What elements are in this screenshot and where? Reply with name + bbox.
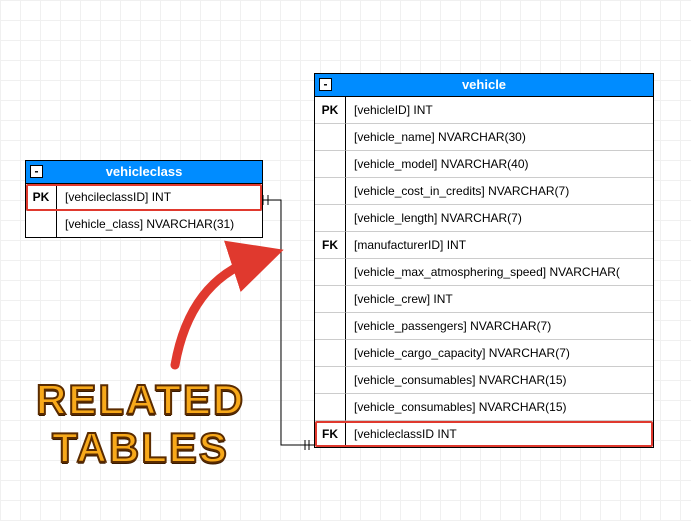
key-cell — [26, 211, 57, 237]
key-cell — [315, 259, 346, 286]
table-row[interactable]: [vehicle_consumables] NVARCHAR(15) — [315, 367, 653, 394]
table-row[interactable]: FK[manufacturerID] INT — [315, 232, 653, 259]
column-cell: [vehicle_consumables] NVARCHAR(15) — [346, 367, 653, 394]
column-cell: [vehicle_consumables] NVARCHAR(15) — [346, 394, 653, 421]
table-vehicle[interactable]: - vehicle PK[vehicleID] INT[vehicle_name… — [314, 73, 654, 448]
table-row[interactable]: [vehicle_passengers] NVARCHAR(7) — [315, 313, 653, 340]
column-cell: [vehicleclassID INT — [346, 421, 653, 447]
key-cell — [315, 124, 346, 151]
related-label-line2: Tables — [52, 426, 229, 470]
table-title: vehicleclass — [106, 164, 183, 179]
collapse-icon[interactable]: - — [30, 165, 43, 178]
table-vehicleclass[interactable]: - vehicleclass PK[vehcileclassID] INT[ve… — [25, 160, 263, 238]
key-cell — [315, 394, 346, 421]
table-row[interactable]: [vehicle_model] NVARCHAR(40) — [315, 151, 653, 178]
related-label-line1: Related — [36, 378, 245, 422]
collapse-icon[interactable]: - — [319, 78, 332, 91]
key-cell — [315, 340, 346, 367]
key-cell: FK — [315, 421, 346, 447]
column-cell: [vehicle_name] NVARCHAR(30) — [346, 124, 653, 151]
key-cell — [315, 286, 346, 313]
key-cell — [315, 151, 346, 178]
key-cell — [315, 367, 346, 394]
table-row[interactable]: PK[vehcileclassID] INT — [26, 184, 262, 211]
key-cell: FK — [315, 232, 346, 259]
column-cell: [vehicle_cost_in_credits] NVARCHAR(7) — [346, 178, 653, 205]
key-cell — [315, 313, 346, 340]
table-row[interactable]: [vehicle_max_atmosphering_speed] NVARCHA… — [315, 259, 653, 286]
table-header[interactable]: - vehicle — [315, 74, 653, 97]
table-row[interactable]: [vehicle_cost_in_credits] NVARCHAR(7) — [315, 178, 653, 205]
column-cell: [vehicle_cargo_capacity] NVARCHAR(7) — [346, 340, 653, 367]
table-header[interactable]: - vehicleclass — [26, 161, 262, 184]
table-row[interactable]: [vehicle_consumables] NVARCHAR(15) — [315, 394, 653, 421]
column-cell: [vehicle_length] NVARCHAR(7) — [346, 205, 653, 232]
key-cell: PK — [315, 97, 346, 124]
column-cell: [vehcileclassID] INT — [57, 184, 262, 211]
table-row[interactable]: PK[vehicleID] INT — [315, 97, 653, 124]
column-cell: [vehicleID] INT — [346, 97, 653, 124]
table-row[interactable]: [vehicle_length] NVARCHAR(7) — [315, 205, 653, 232]
table-row[interactable]: [vehicle_crew] INT — [315, 286, 653, 313]
column-cell: [manufacturerID] INT — [346, 232, 653, 259]
table-row[interactable]: [vehicle_class] NVARCHAR(31) — [26, 211, 262, 237]
table-row[interactable]: [vehicle_cargo_capacity] NVARCHAR(7) — [315, 340, 653, 367]
key-cell: PK — [26, 184, 57, 211]
table-row[interactable]: FK[vehicleclassID INT — [315, 421, 653, 447]
key-cell — [315, 205, 346, 232]
key-cell — [315, 178, 346, 205]
column-cell: [vehicle_model] NVARCHAR(40) — [346, 151, 653, 178]
column-cell: [vehicle_crew] INT — [346, 286, 653, 313]
column-cell: [vehicle_class] NVARCHAR(31) — [57, 211, 262, 237]
column-cell: [vehicle_max_atmosphering_speed] NVARCHA… — [346, 259, 653, 286]
table-row[interactable]: [vehicle_name] NVARCHAR(30) — [315, 124, 653, 151]
table-title: vehicle — [462, 77, 506, 92]
column-cell: [vehicle_passengers] NVARCHAR(7) — [346, 313, 653, 340]
